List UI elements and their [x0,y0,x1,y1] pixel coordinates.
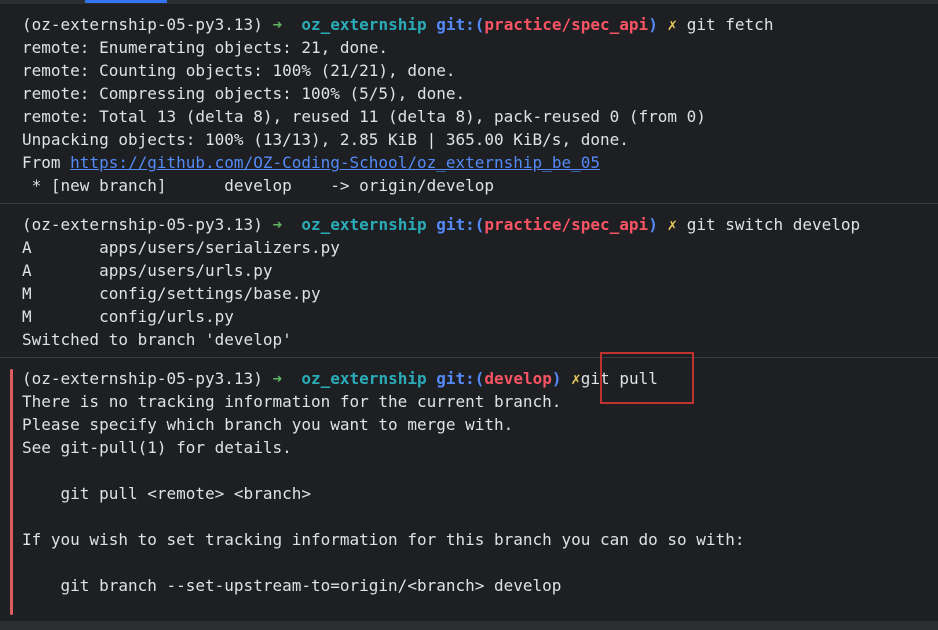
from-prefix: From [22,153,71,172]
block-divider [0,203,938,204]
output-line: A apps/users/urls.py [22,261,273,280]
prompt-git-open: git:( [436,15,485,34]
terminal-bottom-edge [0,621,938,630]
prompt-arrow-icon: ➜ [272,369,283,388]
repo-url-link[interactable]: https://github.com/OZ-Coding-School/oz_e… [70,153,600,172]
command-highlight-box [600,352,694,404]
prompt-line: (oz-externship-05-py3.13) ➜ oz_externshi… [22,213,860,236]
prompt-env: (oz-externship-05-py3.13) [22,215,263,234]
prompt-arrow-icon: ➜ [272,215,283,234]
output-line: git branch --set-upstream-to=origin/<bra… [22,576,562,595]
prompt-env: (oz-externship-05-py3.13) [22,15,263,34]
prompt-arrow-icon: ➜ [272,15,283,34]
output-line: M config/settings/base.py [22,284,321,303]
output-line: There is no tracking information for the… [22,392,562,411]
prompt-git-close: ) [648,215,658,234]
prompt-line: (oz-externship-05-py3.13) ➜ oz_externshi… [22,367,658,390]
output-line: See git-pull(1) for details. [22,438,292,457]
output-line: remote: Counting objects: 100% (21/21), … [22,61,456,80]
prompt-git-open: git:( [436,215,485,234]
output-line: remote: Enumerating objects: 21, done. [22,38,389,57]
prompt-repo: oz_externship [301,15,427,34]
output-line: A apps/users/serializers.py [22,238,340,257]
prompt-line: (oz-externship-05-py3.13) ➜ oz_externshi… [22,13,773,36]
prompt-branch: develop [484,369,552,388]
prompt-branch: practice/spec_api [484,215,649,234]
prompt-repo: oz_externship [301,369,427,388]
prompt-branch: practice/spec_api [484,15,649,34]
prompt-dirty-icon: ✗ [667,215,678,234]
output-line: remote: Compressing objects: 100% (5/5),… [22,84,466,103]
terminal-window[interactable]: (oz-externship-05-py3.13) ➜ oz_externshi… [0,0,938,630]
output-line: M config/urls.py [22,307,234,326]
prompt-command[interactable]: git fetch [687,15,774,34]
prompt-command[interactable]: git switch develop [687,215,860,234]
output-from-line: From https://github.com/OZ-Coding-School… [22,151,600,174]
output-line: remote: Total 13 (delta 8), reused 11 (d… [22,107,706,126]
output-line: git pull <remote> <branch> [22,484,311,503]
prompt-dirty-icon: ✗ [667,15,678,34]
prompt-env: (oz-externship-05-py3.13) [22,369,263,388]
active-tab-indicator [85,0,167,3]
block-divider [0,357,938,358]
output-line: Unpacking objects: 100% (13/13), 2.85 Ki… [22,130,629,149]
prompt-git-close: ) [551,369,562,388]
prompt-git-close: ) [648,15,658,34]
prompt-dirty-icon: ✗ [571,369,581,388]
output-line: Switched to branch 'develop' [22,330,292,349]
output-line: If you wish to set tracking information … [22,530,745,549]
error-gutter-marker [10,369,13,615]
output-line: * [new branch] develop -> origin/develop [22,176,495,195]
prompt-git-open: git:( [436,369,485,388]
prompt-repo: oz_externship [301,215,427,234]
output-line: Please specify which branch you want to … [22,415,514,434]
